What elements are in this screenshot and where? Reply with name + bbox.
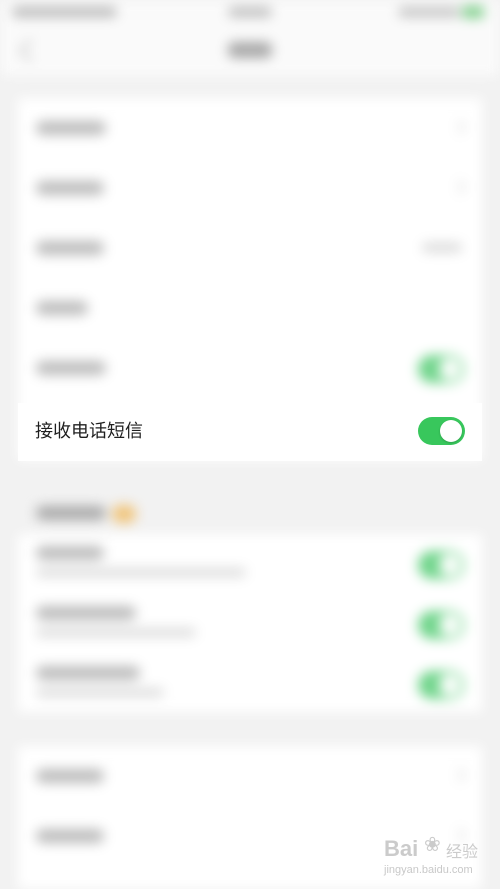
settings-row — [18, 158, 482, 218]
receive-calls-sms-label: 接收电话短信 — [35, 421, 143, 442]
toggle-switch — [418, 355, 464, 383]
toggle-switch — [418, 551, 464, 579]
watermark-suffix: 经验 — [446, 842, 479, 861]
settings-row — [18, 278, 482, 338]
nav-title — [228, 42, 272, 58]
paw-icon: ❀ — [424, 834, 441, 856]
clock — [228, 7, 272, 17]
back-icon — [18, 38, 43, 63]
status-bar — [0, 0, 500, 28]
chevron-right-icon — [451, 119, 467, 135]
chevron-right-icon — [451, 767, 467, 783]
emoji-icon — [112, 505, 136, 523]
nav-bar — [0, 28, 500, 76]
settings-row — [18, 746, 482, 806]
battery-icon — [462, 6, 484, 18]
toggle-switch — [418, 671, 464, 699]
watermark-url: jingyan.baidu.com — [384, 864, 473, 876]
receive-calls-sms-row: 接收电话短信 — [18, 403, 482, 461]
settings-row — [18, 338, 482, 398]
chevron-right-icon — [451, 179, 467, 195]
receive-calls-sms-toggle[interactable] — [418, 417, 465, 445]
settings-row — [18, 654, 482, 714]
section-header — [36, 506, 106, 520]
toggle-switch — [418, 611, 464, 639]
baidu-jingyan-watermark: Bai ❀ 经验 jingyan.baidu.com — [384, 832, 492, 884]
watermark-brand: Bai — [384, 836, 419, 861]
carrier-info — [12, 7, 117, 17]
settings-row — [18, 594, 482, 654]
settings-row — [18, 218, 482, 278]
settings-row — [18, 98, 482, 158]
settings-card-middle — [18, 534, 482, 712]
status-icons — [398, 7, 460, 17]
toggle-knob — [440, 420, 462, 442]
settings-row — [18, 534, 482, 594]
